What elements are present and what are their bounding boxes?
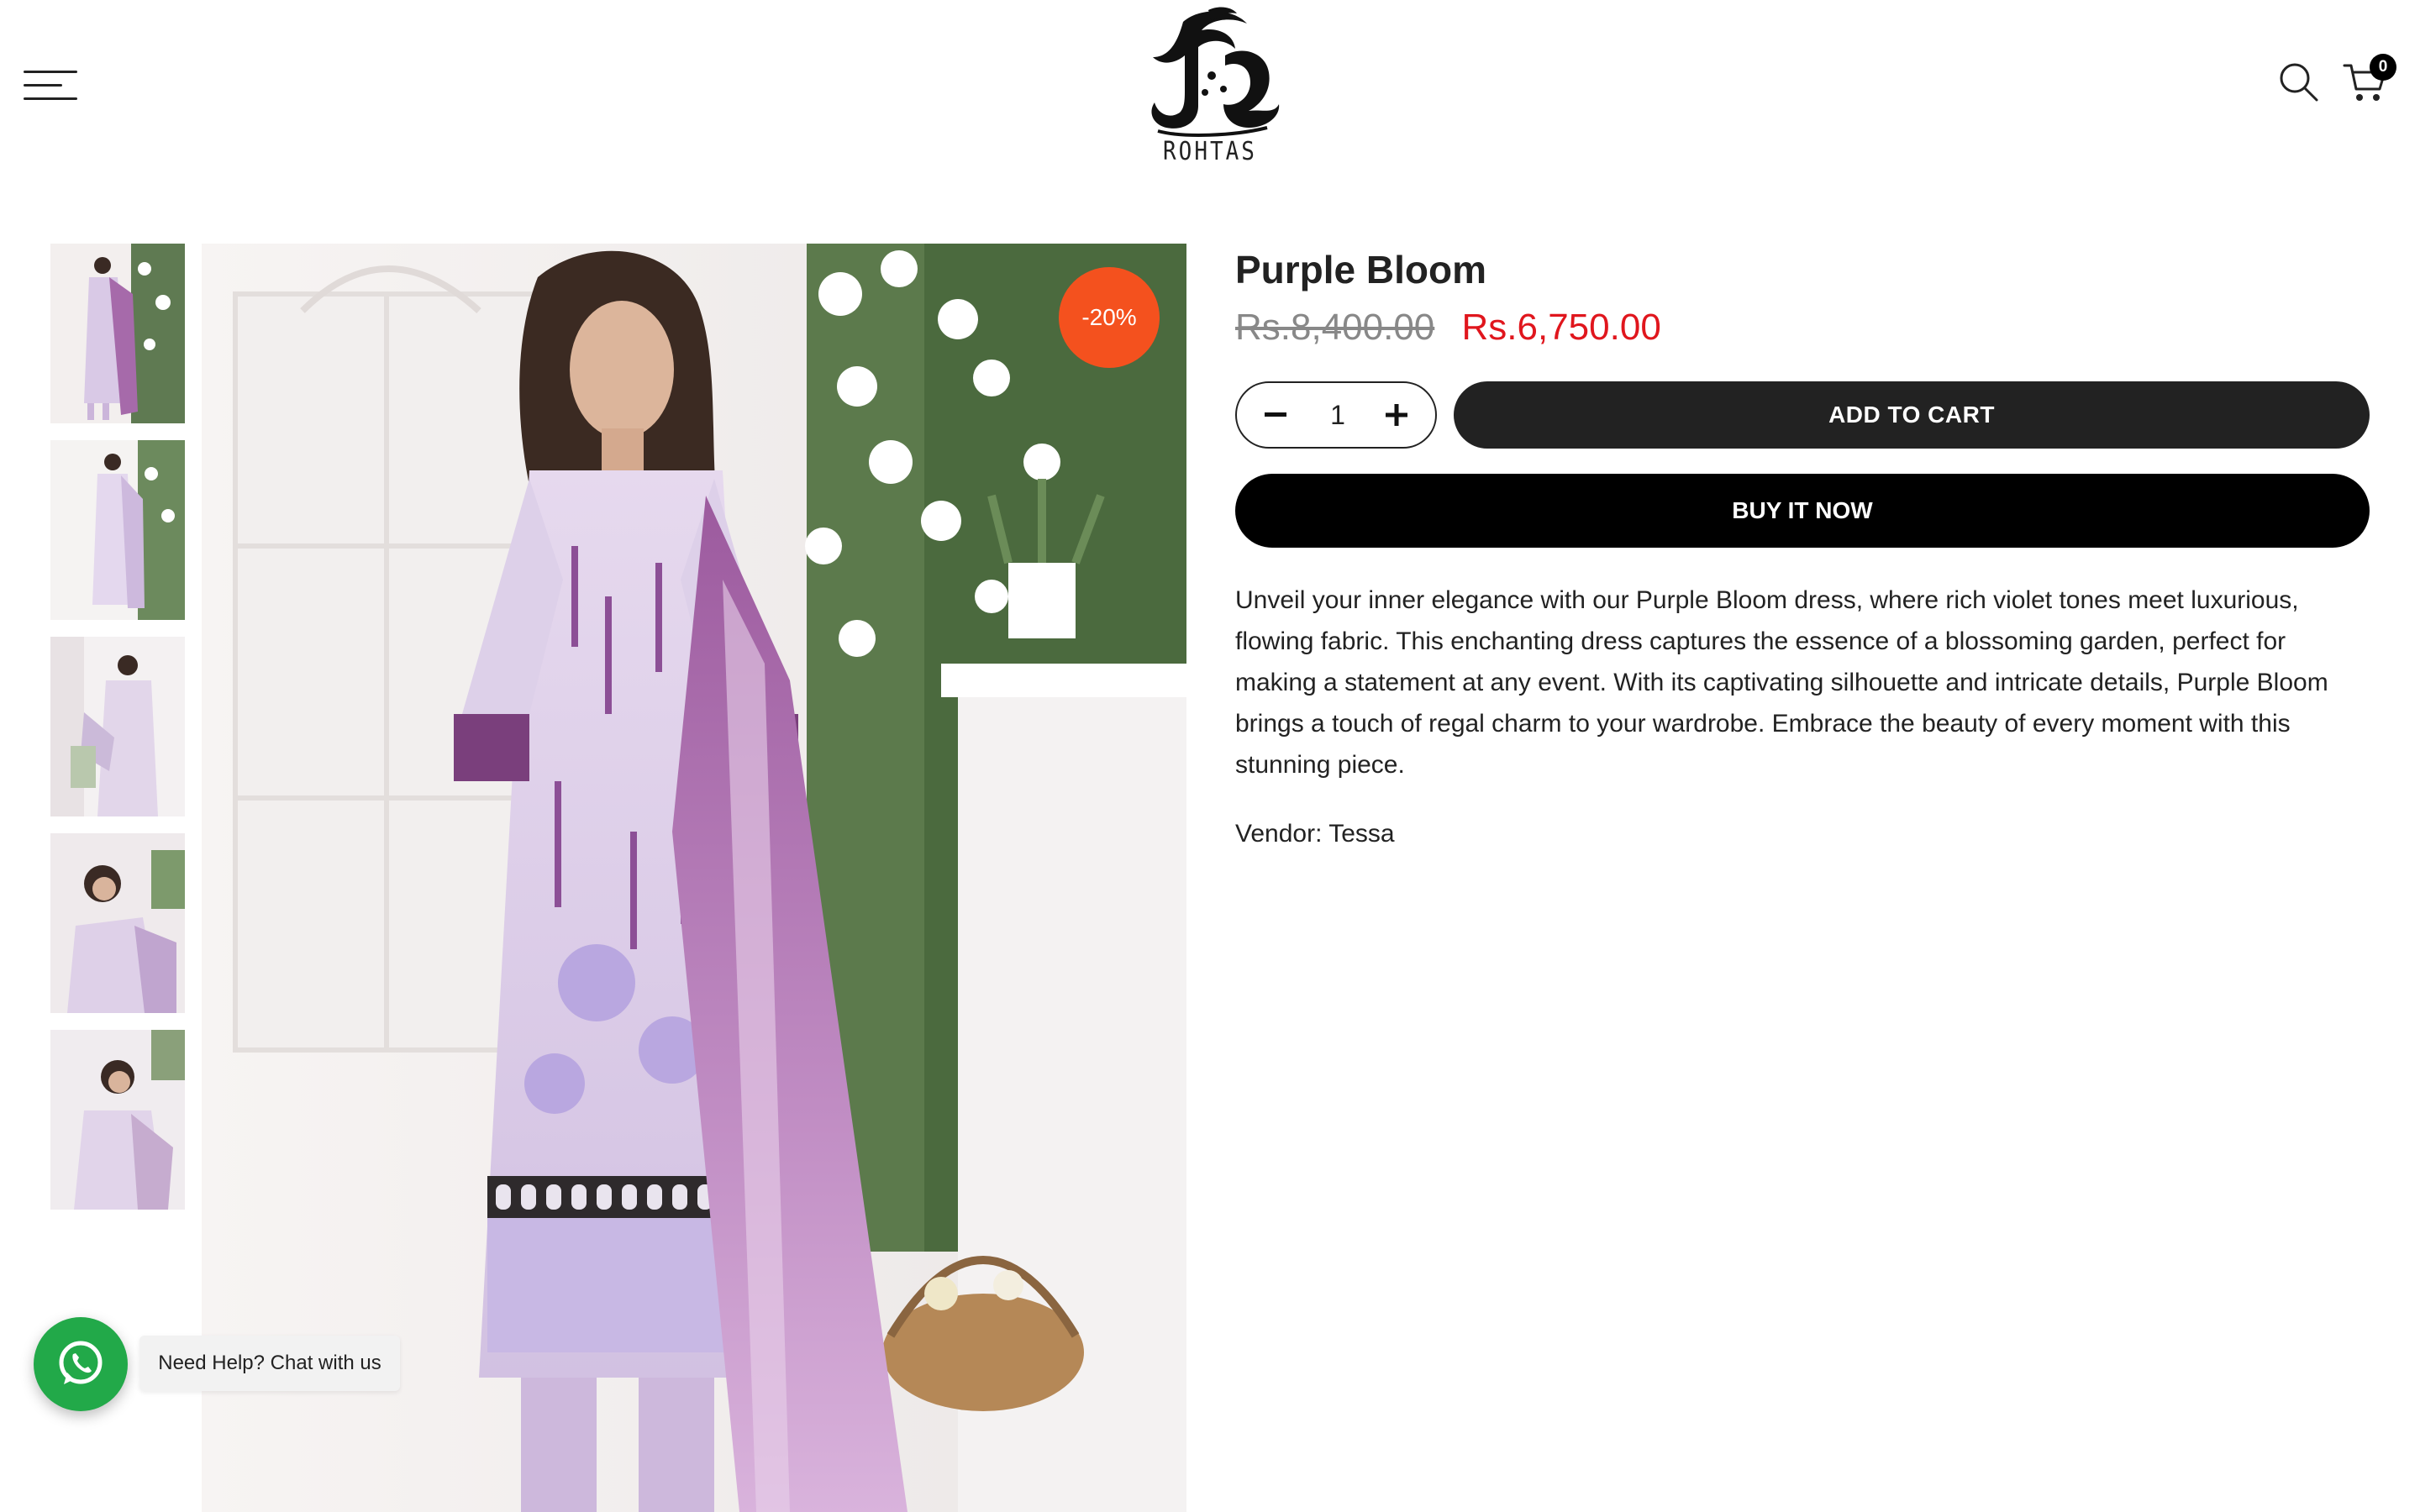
product-info: Purple Bloom Rs.8,400.00 Rs.6,750.00 ADD… xyxy=(1235,244,2370,848)
thumbnail-4[interactable] xyxy=(50,833,185,1013)
product-description: Unveil your inner elegance with our Purp… xyxy=(1235,586,2328,779)
price-block: Rs.8,400.00 Rs.6,750.00 xyxy=(1235,301,2370,354)
logo-mark xyxy=(1151,7,1280,137)
product-main-image[interactable] xyxy=(202,244,1186,1512)
logo-wordmark: ROHTAS xyxy=(1163,137,1257,167)
sale-badge: -20% xyxy=(1059,267,1160,368)
quantity-input[interactable] xyxy=(1304,383,1371,447)
minus-icon xyxy=(1265,412,1286,417)
thumbnail-2[interactable] xyxy=(50,440,185,620)
purchase-row: ADD TO CART xyxy=(1235,381,2370,449)
vendor-link[interactable]: Tessa xyxy=(1328,820,1394,848)
thumbnail-3[interactable] xyxy=(50,637,185,816)
add-to-cart-button[interactable]: ADD TO CART xyxy=(1454,381,2370,449)
thumbnail-1[interactable] xyxy=(50,244,185,423)
thumbnail-list xyxy=(50,244,185,1226)
compare-at-price: Rs.8,400.00 xyxy=(1235,307,1435,348)
whatsapp-icon[interactable] xyxy=(34,1317,128,1411)
plus-icon xyxy=(1386,404,1407,426)
thumbnail-5[interactable] xyxy=(50,1030,185,1210)
buy-now-button[interactable]: BUY IT NOW xyxy=(1235,474,2370,548)
site-logo[interactable]: ROHTAS xyxy=(1124,5,1296,170)
product-page: ROHTAS 0 -20% Purple Bloom Rs.8,400.00 R… xyxy=(0,0,2420,1512)
search-icon[interactable] xyxy=(2277,60,2319,102)
product-title: Purple Bloom xyxy=(1235,248,1487,291)
sale-price: Rs.6,750.00 xyxy=(1461,307,1661,348)
quantity-increase-button[interactable] xyxy=(1371,383,1422,447)
vendor-label: Vendor: xyxy=(1235,820,1329,848)
hamburger-menu-icon[interactable] xyxy=(24,69,77,102)
vendor-line: Vendor: Tessa xyxy=(1235,820,1395,848)
chat-help-label[interactable]: Need Help? Chat with us xyxy=(139,1336,400,1391)
site-header: ROHTAS 0 xyxy=(0,0,2420,193)
cart-count-badge: 0 xyxy=(2370,54,2396,81)
quantity-decrease-button[interactable] xyxy=(1250,383,1301,447)
quantity-stepper xyxy=(1235,381,1437,449)
